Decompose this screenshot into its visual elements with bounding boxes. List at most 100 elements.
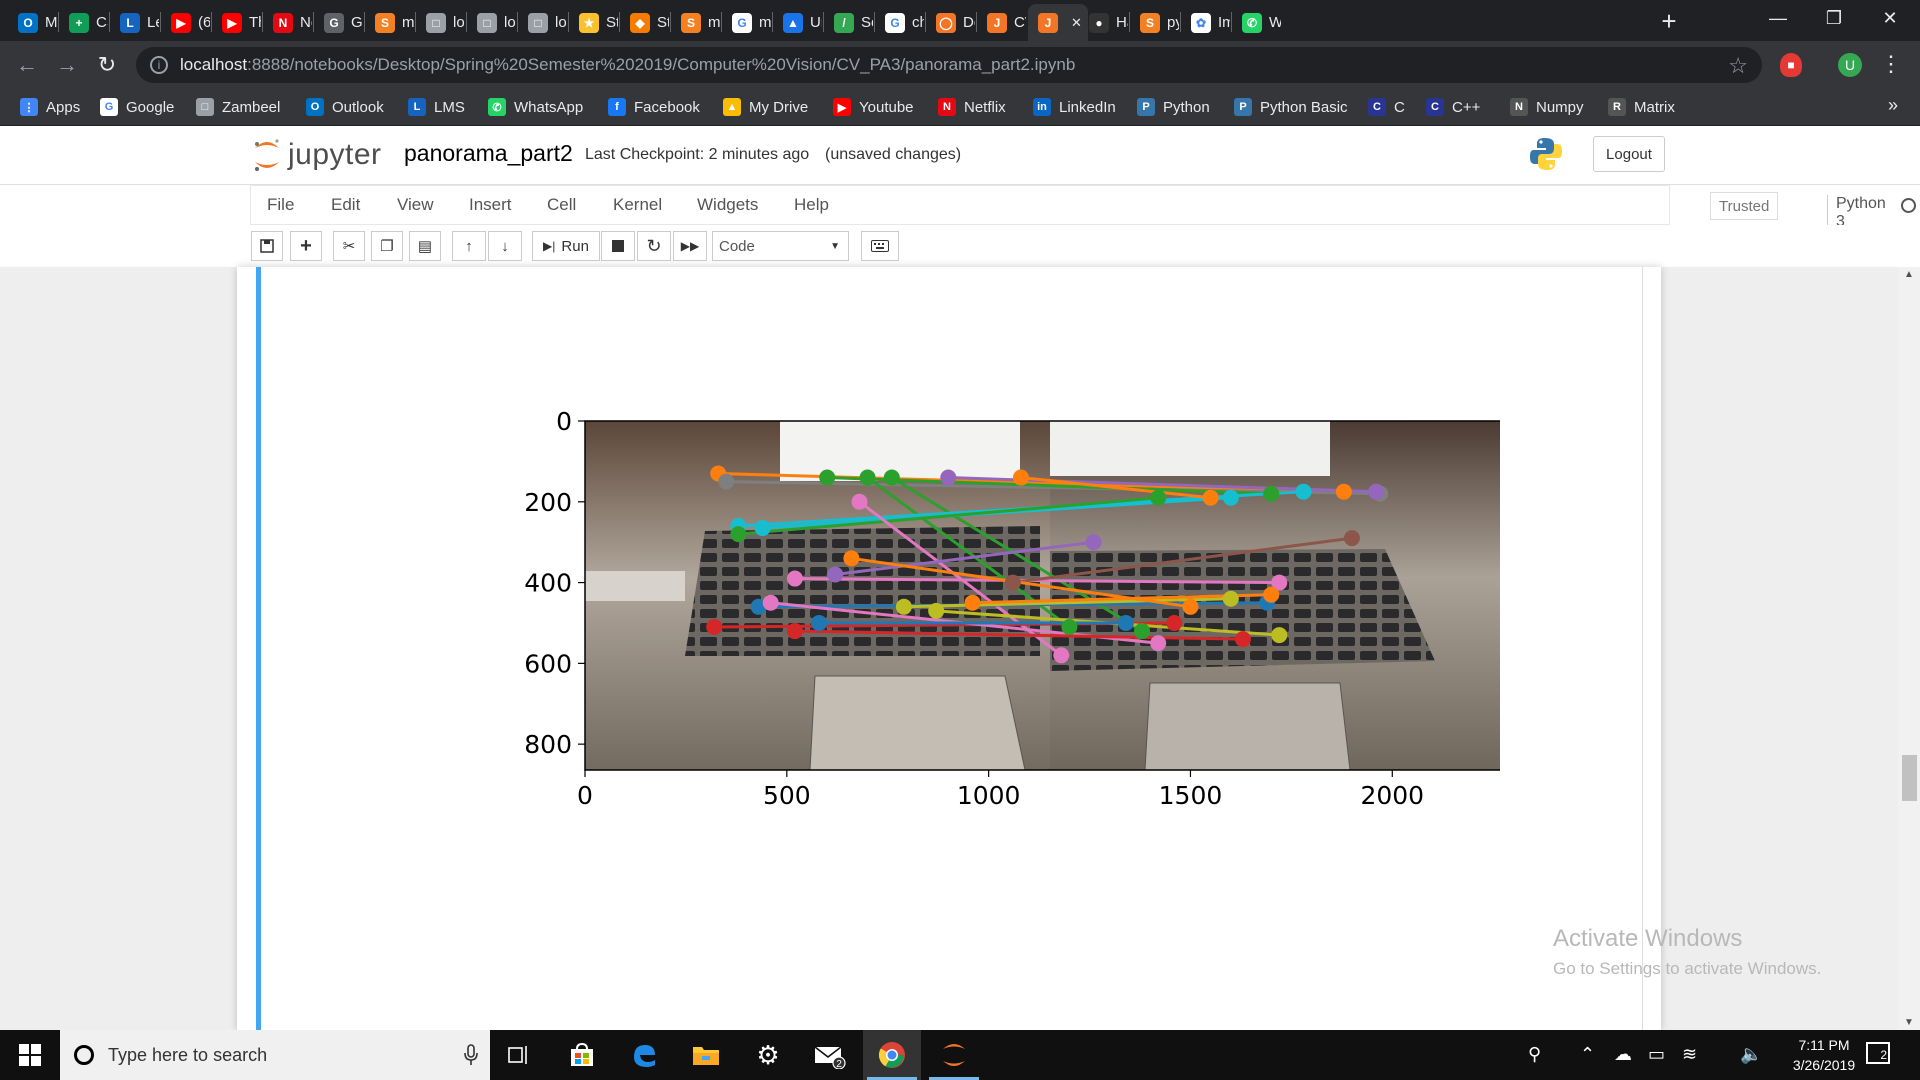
cell-type-select[interactable]: Code ▼: [712, 231, 849, 261]
extension-icon[interactable]: ■: [1780, 53, 1802, 77]
task-view-icon[interactable]: [490, 1030, 548, 1080]
run-button[interactable]: ▶| Run: [532, 231, 600, 261]
browser-tab[interactable]: □ loc: [467, 4, 516, 41]
move-down-icon[interactable]: ↓: [488, 231, 522, 261]
fast-forward-icon[interactable]: ▶▶: [673, 231, 707, 261]
browser-tab[interactable]: ◯ De: [926, 4, 975, 41]
wifi-icon[interactable]: ≋: [1682, 1044, 1697, 1065]
store-icon[interactable]: [553, 1030, 611, 1080]
bookmark-item[interactable]: P Python: [1137, 96, 1210, 118]
bookmark-item[interactable]: P Python Basic: [1234, 96, 1348, 118]
clock-date[interactable]: 3/26/2019: [1778, 1057, 1870, 1073]
keyboard-icon[interactable]: [861, 231, 899, 261]
browser-tab[interactable]: □ loc: [416, 4, 465, 41]
trusted-indicator[interactable]: Trusted: [1710, 192, 1779, 220]
paste-icon[interactable]: ▤: [409, 231, 441, 261]
taskbar-search[interactable]: Type here to search: [60, 1030, 490, 1080]
browser-tab[interactable]: ✿ Im: [1181, 4, 1230, 41]
browser-tab[interactable]: ▶ (6(: [161, 4, 210, 41]
bookmark-item[interactable]: N Numpy: [1510, 96, 1584, 118]
settings-gear-icon[interactable]: ⚙: [739, 1030, 797, 1080]
action-center-icon[interactable]: 2: [1866, 1042, 1890, 1064]
browser-tab[interactable]: ▲ Ur: [773, 4, 822, 41]
bookmark-item[interactable]: O Outlook: [306, 96, 384, 118]
menu-widgets[interactable]: Widgets: [697, 195, 758, 215]
browser-tab[interactable]: Sm: [671, 4, 720, 41]
scroll-up-icon[interactable]: ▲: [1904, 269, 1914, 280]
scroll-thumb[interactable]: [1902, 755, 1917, 801]
browser-tab[interactable]: J CV: [977, 4, 1026, 41]
menu-kernel[interactable]: Kernel: [613, 195, 662, 215]
notebook-title[interactable]: panorama_part2: [404, 140, 573, 167]
jupyter-logo[interactable]: jupyter: [252, 138, 382, 172]
bookmark-item[interactable]: N Netflix: [938, 96, 1006, 118]
browser-tab[interactable]: Gm: [722, 4, 771, 41]
bookmark-item[interactable]: □ Zambeel: [196, 96, 280, 118]
mail-icon[interactable]: 2: [801, 1030, 859, 1080]
bookmark-item[interactable]: L LMS: [408, 96, 465, 118]
bookmark-item[interactable]: ⋮ Apps: [20, 96, 80, 118]
minimize-button[interactable]: —: [1750, 0, 1806, 36]
file-explorer-icon[interactable]: [677, 1030, 735, 1080]
browser-tab[interactable]: L Le: [110, 4, 159, 41]
edge-browser-icon[interactable]: [615, 1030, 673, 1080]
clock-time[interactable]: 7:11 PM: [1784, 1037, 1864, 1053]
page-scrollbar[interactable]: ▲ ▼: [1898, 267, 1920, 1030]
reload-button[interactable]: ↻: [92, 50, 122, 80]
show-hidden-icons[interactable]: ⌃: [1580, 1044, 1595, 1065]
menu-help[interactable]: Help: [794, 195, 829, 215]
browser-tab[interactable]: G Ge: [314, 4, 363, 41]
bookmark-item[interactable]: C C++: [1426, 96, 1480, 118]
copy-icon[interactable]: ❐: [371, 231, 403, 261]
menu-cell[interactable]: Cell: [547, 195, 576, 215]
insert-cell-icon[interactable]: +: [290, 231, 322, 261]
battery-icon[interactable]: ▭: [1648, 1044, 1665, 1065]
stop-icon[interactable]: [601, 231, 635, 261]
bookmark-item[interactable]: ▲ My Drive: [723, 96, 808, 118]
new-tab-button[interactable]: +: [1654, 6, 1684, 36]
bookmark-item[interactable]: in LinkedIn: [1033, 96, 1116, 118]
browser-tab[interactable]: / Se: [824, 4, 873, 41]
bookmark-item[interactable]: ✆ WhatsApp: [488, 96, 583, 118]
cut-icon[interactable]: ✂: [333, 231, 365, 261]
move-up-icon[interactable]: ↑: [452, 231, 486, 261]
restore-button[interactable]: ❐: [1806, 0, 1862, 36]
menu-edit[interactable]: Edit: [331, 195, 360, 215]
bookmark-item[interactable]: CC: [1368, 96, 1405, 118]
volume-icon[interactable]: 🔈: [1740, 1044, 1762, 1065]
bookmark-item[interactable]: R Matrix: [1608, 96, 1675, 118]
jupyter-taskbar-icon[interactable]: [925, 1030, 983, 1080]
start-button[interactable]: [0, 1030, 60, 1080]
site-info-icon[interactable]: i: [150, 56, 168, 74]
forward-button[interactable]: →: [52, 50, 82, 80]
restart-icon[interactable]: ↻: [637, 231, 671, 261]
browser-tab[interactable]: ▶ Th: [212, 4, 261, 41]
browser-tab[interactable]: Sm: [365, 4, 414, 41]
browser-tab[interactable]: ✆ Wi: [1232, 4, 1281, 41]
bookmark-item[interactable]: G Google: [100, 96, 174, 118]
close-window-button[interactable]: ✕: [1862, 0, 1918, 36]
browser-tab[interactable]: + CS: [59, 4, 108, 41]
browser-tab[interactable]: ● Ha: [1079, 4, 1128, 41]
menu-view[interactable]: View: [397, 195, 434, 215]
save-icon[interactable]: [251, 231, 283, 261]
bookmarks-overflow-button[interactable]: »: [1888, 95, 1898, 116]
bookmark-item[interactable]: f Facebook: [608, 96, 700, 118]
logout-button[interactable]: Logout: [1593, 136, 1665, 172]
microphone-icon[interactable]: [464, 1044, 478, 1066]
menu-file[interactable]: File: [267, 195, 294, 215]
bookmark-star-icon[interactable]: ☆: [1728, 53, 1748, 79]
scroll-down-icon[interactable]: ▼: [1904, 1017, 1914, 1028]
browser-menu-icon[interactable]: ⋮: [1880, 51, 1902, 77]
menu-insert[interactable]: Insert: [469, 195, 512, 215]
browser-tab[interactable]: □ loc: [518, 4, 567, 41]
browser-tab[interactable]: N Ne: [263, 4, 312, 41]
chrome-taskbar-icon[interactable]: [863, 1030, 921, 1080]
browser-tab[interactable]: ◆ St: [620, 4, 669, 41]
browser-tab[interactable]: OM: [8, 4, 57, 41]
browser-tab[interactable]: ★ St: [569, 4, 618, 41]
onedrive-icon[interactable]: ☁: [1614, 1044, 1632, 1065]
browser-tab[interactable]: Gch: [875, 4, 924, 41]
bookmark-item[interactable]: ▶ Youtube: [833, 96, 914, 118]
back-button[interactable]: ←: [12, 50, 42, 80]
